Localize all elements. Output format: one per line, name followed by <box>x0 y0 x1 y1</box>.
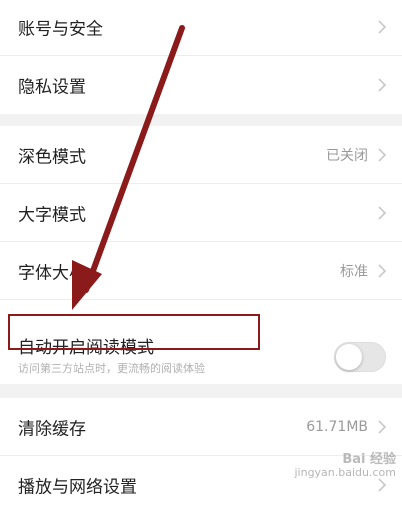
clear-cache-item[interactable]: 清除缓存 61.71MB <box>0 398 402 456</box>
privacy-settings-label: 隐私设置 <box>18 77 86 98</box>
section-divider <box>0 114 402 126</box>
cache-size-value: 61.71MB <box>306 418 368 435</box>
chevron-right-icon <box>376 263 388 279</box>
playback-network-label: 播放与网络设置 <box>18 477 137 498</box>
dark-mode-label: 深色模式 <box>18 147 86 167</box>
privacy-settings-item[interactable]: 隐私设置 <box>0 56 402 114</box>
account-security-item[interactable]: 账号与安全 <box>0 0 402 56</box>
chevron-right-icon <box>376 477 388 493</box>
font-size-label: 字体大小 <box>18 263 86 283</box>
dark-mode-item[interactable]: 深色模式 已关闭 <box>0 126 402 184</box>
large-text-mode-item[interactable]: 大字模式 <box>0 184 402 242</box>
settings-group-storage: 清除缓存 61.71MB 播放与网络设置 <box>0 398 402 514</box>
reading-mode-item: 自动开启阅读模式 访问第三方站点时，更流畅的阅读体验 <box>0 300 402 384</box>
chevron-right-icon <box>376 19 388 35</box>
chevron-right-icon <box>376 419 388 435</box>
font-size-item[interactable]: 字体大小 标准 <box>0 242 402 300</box>
chevron-right-icon <box>376 77 388 93</box>
reading-mode-hint: 访问第三方站点时，更流畅的阅读体验 <box>18 362 205 375</box>
reading-mode-toggle[interactable] <box>334 342 386 372</box>
reading-mode-label: 自动开启阅读模式 <box>18 338 154 358</box>
dark-mode-value: 已关闭 <box>326 147 368 164</box>
section-divider <box>0 384 402 398</box>
chevron-right-icon <box>376 147 388 163</box>
clear-cache-label: 清除缓存 <box>18 419 86 439</box>
toggle-knob <box>336 344 362 370</box>
font-size-value: 标准 <box>340 263 368 280</box>
account-security-label: 账号与安全 <box>18 19 103 39</box>
settings-group-account: 账号与安全 隐私设置 <box>0 0 402 114</box>
playback-network-item[interactable]: 播放与网络设置 <box>0 456 402 514</box>
chevron-right-icon <box>376 205 388 221</box>
large-text-mode-label: 大字模式 <box>18 205 86 225</box>
